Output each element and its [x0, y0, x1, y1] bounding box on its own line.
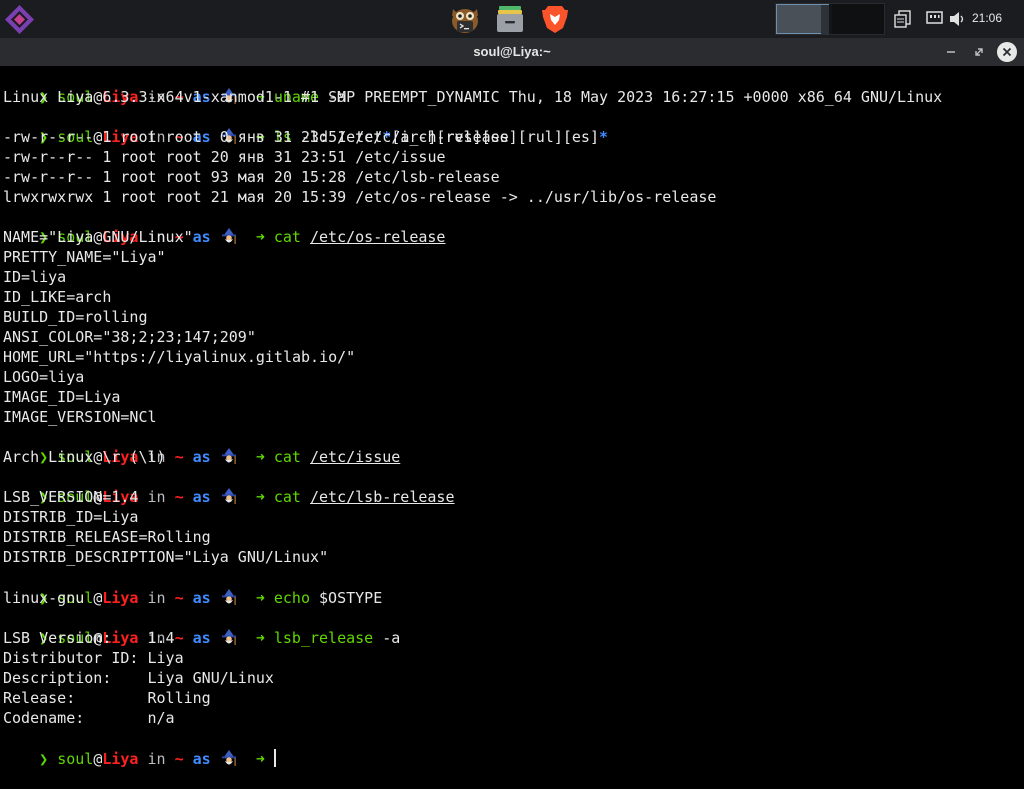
- wizard-icon: [220, 488, 238, 504]
- output-line: HOME_URL="https://liyalinux.gitlab.io/": [3, 348, 356, 366]
- command-path: /etc/lsb-release: [310, 488, 455, 506]
- prompt-pointer: ➜: [255, 750, 265, 768]
- output-line: LOGO=liya: [3, 368, 85, 386]
- prompt-host: Liya: [102, 750, 139, 768]
- command-name: lsb_release: [273, 629, 374, 647]
- virtual-desktop-pager[interactable]: [775, 3, 885, 35]
- volume-icon[interactable]: [948, 9, 968, 29]
- output-line: DISTRIB_RELEASE=Rolling: [3, 528, 211, 546]
- prompt-pointer: ➜: [255, 488, 265, 506]
- prompt-pointer: ➜: [255, 589, 265, 607]
- command-args: -a: [373, 629, 401, 647]
- output-line: ID=liya: [3, 268, 67, 286]
- window-titlebar[interactable]: soul@Liya:~: [0, 38, 1024, 66]
- prompt-as: as: [192, 589, 211, 607]
- glob-star: *: [599, 128, 609, 146]
- output-line: BUILD_ID=rolling: [3, 308, 148, 326]
- brave-browser-icon[interactable]: [539, 3, 571, 35]
- output-line: Distributor ID: Liya: [3, 649, 184, 667]
- prompt-at: @: [93, 750, 103, 768]
- output-line: IMAGE_VERSION=NCl: [3, 408, 157, 426]
- text-cursor[interactable]: [273, 749, 276, 767]
- wizard-icon: [220, 448, 238, 464]
- prompt-host: Liya: [102, 589, 139, 607]
- output-line: DISTRIB_ID=Liya: [3, 508, 139, 526]
- top-panel: 21:06: [0, 0, 1024, 38]
- command-args: $OSTYPE: [310, 589, 383, 607]
- prompt-as: as: [192, 228, 211, 246]
- output-line: Description: Liya GNU/Linux: [3, 669, 274, 687]
- output-line: Arch Linux \r (\l): [3, 448, 166, 466]
- output-line: -rw-r--r-- 1 root root 93 мая 20 15:28 /…: [3, 168, 500, 186]
- prompt-line: ❯ soul@Liya in ~ as ➜ cat /etc/lsb-relea…: [3, 467, 455, 506]
- clock[interactable]: 21:06: [972, 11, 1002, 25]
- output-line: LSB_VERSION=1.4: [3, 488, 139, 506]
- prompt-dir: ~: [174, 589, 184, 607]
- command-name: cat: [273, 228, 301, 246]
- prompt-dir: ~: [174, 448, 184, 466]
- close-button[interactable]: [997, 42, 1017, 62]
- prompt-dir: ~: [174, 488, 184, 506]
- output-line: LSB Version: 1.4: [3, 629, 175, 647]
- output-line: ID_LIKE=arch: [3, 288, 112, 306]
- command-name: cat: [273, 448, 301, 466]
- prompt-line: ❯ soul@Liya in ~ as ➜ echo $OSTYPE: [3, 568, 382, 607]
- wizard-icon: [220, 228, 238, 244]
- prompt-pointer: ➜: [255, 629, 265, 647]
- output-line: lrwxrwxrwx 1 root root 21 мая 20 15:39 /…: [3, 188, 717, 206]
- output-line: DISTRIB_DESCRIPTION="Liya GNU/Linux": [3, 548, 329, 566]
- prompt-line: ❯ soul@Liya in ~ as ➜ ls -ld /etc/*[i_-]…: [3, 107, 608, 146]
- prompt-dir: ~: [174, 629, 184, 647]
- desktop-2[interactable]: [832, 4, 884, 34]
- prompt-line: ❯ soul@Liya in ~ as ➜ cat /etc/issue: [3, 427, 400, 466]
- output-line: NAME="Liya GNU/Linux": [3, 228, 193, 246]
- window-title: soul@Liya:~: [473, 44, 551, 59]
- prompt-arrow: ❯: [39, 750, 49, 768]
- prompt-in: in: [147, 750, 166, 768]
- command-name: echo: [273, 589, 310, 607]
- prompt-dir: ~: [174, 750, 184, 768]
- prompt-line: ❯ soul@Liya in ~ as ➜ lsb_release -a: [3, 608, 400, 647]
- minimize-button[interactable]: [942, 43, 960, 61]
- maximize-button[interactable]: [970, 43, 988, 61]
- command-path: /etc/os-release: [310, 228, 446, 246]
- wizard-icon: [220, 629, 238, 645]
- terminal-owl-icon[interactable]: [449, 3, 481, 35]
- output-line: PRETTY_NAME="Liya": [3, 248, 166, 266]
- prompt-pointer: ➜: [255, 228, 265, 246]
- output-line: ANSI_COLOR="38;2;23;147;209": [3, 328, 256, 346]
- output-line: Linux Liya 6.3.3-x64v1-xanmod1-1 #1 SMP …: [3, 88, 943, 106]
- command-name: cat: [273, 488, 301, 506]
- prompt-as: as: [192, 750, 211, 768]
- file-manager-icon[interactable]: [494, 3, 526, 35]
- output-line: -rw-r--r-- 1 root root 20 янв 31 23:51 /…: [3, 148, 446, 166]
- network-icon[interactable]: [925, 9, 945, 29]
- output-line: -rw-r--r-- 1 root root 0 янв 31 23:51 /e…: [3, 128, 509, 146]
- liya-logo-icon[interactable]: [3, 3, 36, 36]
- clipboard-icon[interactable]: [893, 9, 913, 29]
- desktop-1[interactable]: [776, 4, 829, 35]
- output-line: Release: Rolling: [3, 689, 211, 707]
- output-line: linux-gnu: [3, 589, 85, 607]
- prompt-as: as: [192, 629, 211, 647]
- prompt-line: ❯ soul@Liya in ~ as ➜ cat /etc/os-releas…: [3, 207, 445, 246]
- command-path: /etc/issue: [310, 448, 401, 466]
- wizard-icon: [220, 589, 238, 605]
- prompt-in: in: [147, 589, 166, 607]
- prompt-in: in: [147, 488, 166, 506]
- prompt-at: @: [93, 589, 103, 607]
- terminal-output[interactable]: ❯ soul@Liya in ~ as ➜ uname -a Linux Liy…: [0, 67, 1024, 768]
- output-line: IMAGE_ID=Liya: [3, 388, 121, 406]
- output-line: Codename: n/a: [3, 709, 175, 727]
- active-prompt-line[interactable]: ❯ soul@Liya in ~ as ➜: [3, 729, 276, 768]
- prompt-as: as: [192, 448, 211, 466]
- prompt-as: as: [192, 488, 211, 506]
- wizard-icon: [220, 750, 238, 766]
- prompt-user: soul: [57, 750, 94, 768]
- prompt-pointer: ➜: [255, 448, 265, 466]
- prompt-line: ❯ soul@Liya in ~ as ➜ uname -a: [3, 67, 346, 106]
